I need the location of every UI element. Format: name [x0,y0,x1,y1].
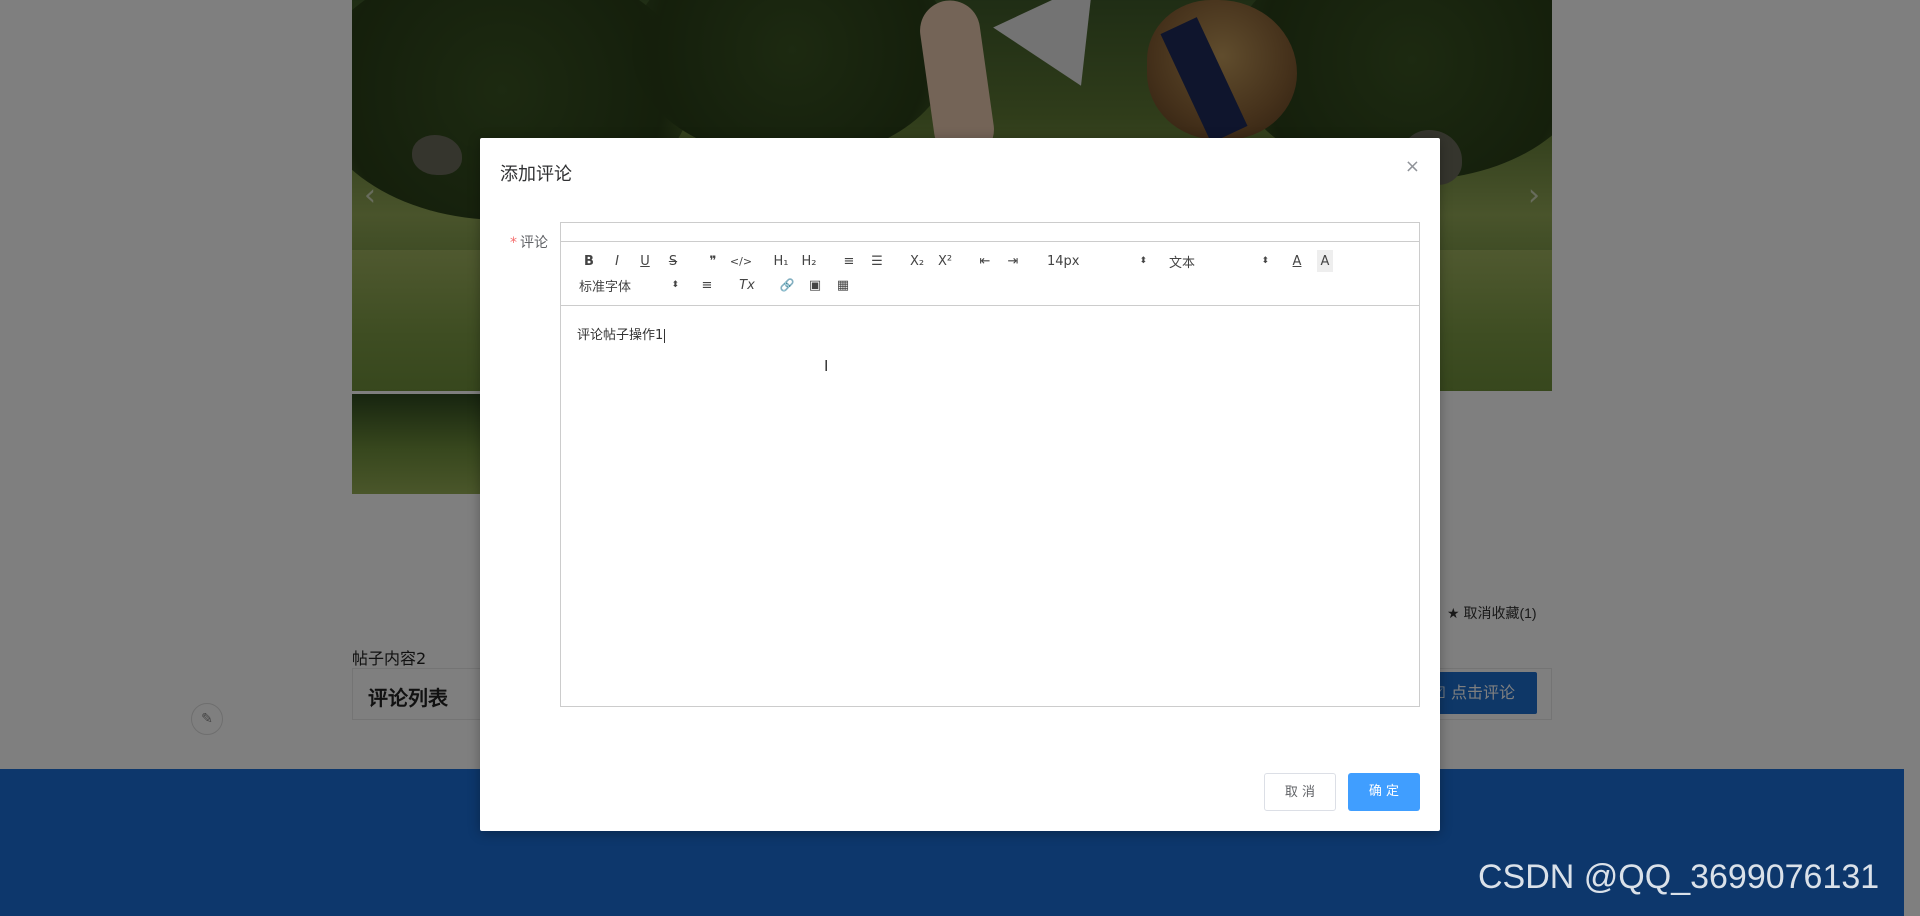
clear-format-button[interactable]: Tx [733,274,761,296]
strike-button[interactable]: S [659,250,687,272]
blockquote-button[interactable]: ❞ [699,250,727,272]
rich-text-editor[interactable]: B I U S ❞ </> H₁ H₂ ≡ ☰ X₂ X² ⇤ ⇥ 14px ⬍… [560,222,1420,707]
editor-content[interactable]: 评论帖子操作1 [577,324,666,343]
indent-button[interactable]: ⇥ [999,250,1027,272]
italic-button[interactable]: I [603,250,631,272]
subscript-button[interactable]: X₂ [903,250,931,272]
toolbar-row-1: B I U S ❞ </> H₁ H₂ ≡ ☰ X₂ X² ⇤ ⇥ 14px ⬍… [575,250,1333,272]
comment-field-label: * 评论 [510,235,548,251]
font-size-select[interactable]: 14px ⬍ [1039,250,1149,272]
editor-toolbar: B I U S ❞ </> H₁ H₂ ≡ ☰ X₂ X² ⇤ ⇥ 14px ⬍… [561,241,1419,306]
header-1-button[interactable]: H₁ [767,250,795,272]
font-family-select[interactable]: 标准字体 ⬍ [575,274,681,296]
add-comment-dialog: 添加评论 × * 评论 B I U S ❞ </> H₁ H₂ ≡ ☰ X₂ X… [480,138,1440,831]
select-arrows-icon: ⬍ [671,280,679,290]
cancel-button[interactable]: 取 消 [1264,773,1336,811]
dialog-footer: 取 消 确 定 [1264,773,1420,811]
video-button[interactable]: ▦ [829,274,857,296]
text-caret [664,328,666,343]
header-select[interactable]: 文本 ⬍ [1161,250,1271,272]
link-button[interactable]: 🔗 [773,274,801,296]
dialog-title: 添加评论 [500,164,572,185]
close-icon[interactable]: × [1405,156,1420,177]
align-button[interactable]: ≡ [693,274,721,296]
code-block-button[interactable]: </> [727,250,755,272]
font-color-button[interactable]: A [1283,250,1311,272]
superscript-button[interactable]: X² [931,250,959,272]
page: ‹ › ★ 取消收藏(1) 帖子内容2 评论列表 ☑ 点击评论 ✎ 添加评论 ×… [0,0,1920,916]
ordered-list-button[interactable]: ≡ [835,250,863,272]
required-mark: * [510,235,517,251]
background-color-button[interactable]: A [1317,250,1333,272]
confirm-button[interactable]: 确 定 [1348,773,1420,811]
csdn-watermark: CSDN @QQ_3699076131 [1478,858,1880,896]
select-arrows-icon: ⬍ [1261,256,1269,266]
header-2-button[interactable]: H₂ [795,250,823,272]
outdent-button[interactable]: ⇤ [971,250,999,272]
editor-top-border [561,223,1419,242]
text-cursor-icon: I [824,357,829,375]
bullet-list-button[interactable]: ☰ [863,250,891,272]
bold-button[interactable]: B [575,250,603,272]
toolbar-row-2: 标准字体 ⬍ ≡ Tx 🔗 ▣ ▦ [575,274,857,296]
select-arrows-icon: ⬍ [1139,256,1147,266]
underline-button[interactable]: U [631,250,659,272]
image-button[interactable]: ▣ [801,274,829,296]
